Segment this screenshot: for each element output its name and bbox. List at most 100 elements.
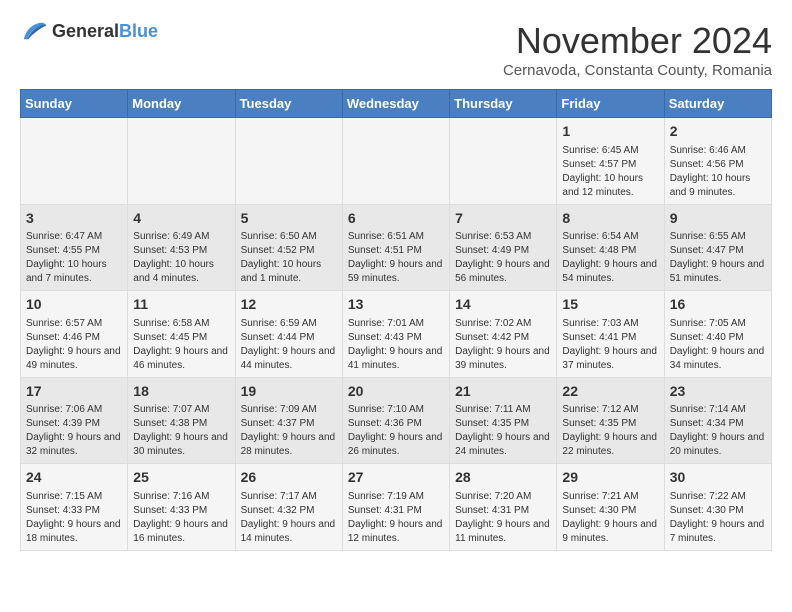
- calendar-cell: 12Sunrise: 6:59 AM Sunset: 4:44 PM Dayli…: [235, 291, 342, 378]
- day-details: Sunrise: 7:21 AM Sunset: 4:30 PM Dayligh…: [562, 490, 658, 546]
- day-details: Sunrise: 7:19 AM Sunset: 4:31 PM Dayligh…: [348, 490, 444, 546]
- calendar-cell: 6Sunrise: 6:51 AM Sunset: 4:51 PM Daylig…: [342, 204, 449, 291]
- day-details: Sunrise: 6:59 AM Sunset: 4:44 PM Dayligh…: [241, 317, 337, 373]
- title-block: November 2024 Cernavoda, Constanta Count…: [503, 20, 772, 79]
- logo-bird-icon: [20, 20, 48, 42]
- calendar-cell: 13Sunrise: 7:01 AM Sunset: 4:43 PM Dayli…: [342, 291, 449, 378]
- day-details: Sunrise: 6:55 AM Sunset: 4:47 PM Dayligh…: [670, 230, 766, 286]
- calendar-cell: 25Sunrise: 7:16 AM Sunset: 4:33 PM Dayli…: [128, 464, 235, 551]
- day-number: 26: [241, 468, 337, 488]
- calendar-cell: [342, 118, 449, 205]
- month-title: November 2024: [503, 20, 772, 62]
- day-number: 10: [26, 295, 122, 315]
- col-header-monday: Monday: [128, 90, 235, 118]
- day-number: 22: [562, 382, 658, 402]
- day-details: Sunrise: 6:50 AM Sunset: 4:52 PM Dayligh…: [241, 230, 337, 286]
- day-number: 16: [670, 295, 766, 315]
- day-details: Sunrise: 7:15 AM Sunset: 4:33 PM Dayligh…: [26, 490, 122, 546]
- day-details: Sunrise: 6:54 AM Sunset: 4:48 PM Dayligh…: [562, 230, 658, 286]
- col-header-friday: Friday: [557, 90, 664, 118]
- calendar-week-row: 3Sunrise: 6:47 AM Sunset: 4:55 PM Daylig…: [21, 204, 772, 291]
- calendar-cell: 21Sunrise: 7:11 AM Sunset: 4:35 PM Dayli…: [450, 377, 557, 464]
- logo: GeneralBlue: [20, 20, 158, 42]
- day-number: 25: [133, 468, 229, 488]
- day-number: 1: [562, 122, 658, 142]
- day-details: Sunrise: 7:17 AM Sunset: 4:32 PM Dayligh…: [241, 490, 337, 546]
- day-details: Sunrise: 7:02 AM Sunset: 4:42 PM Dayligh…: [455, 317, 551, 373]
- col-header-saturday: Saturday: [664, 90, 771, 118]
- calendar-cell: 5Sunrise: 6:50 AM Sunset: 4:52 PM Daylig…: [235, 204, 342, 291]
- day-details: Sunrise: 7:10 AM Sunset: 4:36 PM Dayligh…: [348, 403, 444, 459]
- day-number: 18: [133, 382, 229, 402]
- calendar-cell: 28Sunrise: 7:20 AM Sunset: 4:31 PM Dayli…: [450, 464, 557, 551]
- day-number: 30: [670, 468, 766, 488]
- calendar-week-row: 24Sunrise: 7:15 AM Sunset: 4:33 PM Dayli…: [21, 464, 772, 551]
- day-number: 19: [241, 382, 337, 402]
- calendar-cell: 7Sunrise: 6:53 AM Sunset: 4:49 PM Daylig…: [450, 204, 557, 291]
- calendar-cell: 24Sunrise: 7:15 AM Sunset: 4:33 PM Dayli…: [21, 464, 128, 551]
- day-details: Sunrise: 6:46 AM Sunset: 4:56 PM Dayligh…: [670, 144, 766, 200]
- day-details: Sunrise: 7:12 AM Sunset: 4:35 PM Dayligh…: [562, 403, 658, 459]
- calendar-cell: 26Sunrise: 7:17 AM Sunset: 4:32 PM Dayli…: [235, 464, 342, 551]
- day-details: Sunrise: 7:16 AM Sunset: 4:33 PM Dayligh…: [133, 490, 229, 546]
- day-details: Sunrise: 7:20 AM Sunset: 4:31 PM Dayligh…: [455, 490, 551, 546]
- day-details: Sunrise: 7:03 AM Sunset: 4:41 PM Dayligh…: [562, 317, 658, 373]
- day-details: Sunrise: 7:05 AM Sunset: 4:40 PM Dayligh…: [670, 317, 766, 373]
- calendar-cell: [450, 118, 557, 205]
- calendar-cell: 27Sunrise: 7:19 AM Sunset: 4:31 PM Dayli…: [342, 464, 449, 551]
- calendar-cell: 22Sunrise: 7:12 AM Sunset: 4:35 PM Dayli…: [557, 377, 664, 464]
- calendar-cell: 19Sunrise: 7:09 AM Sunset: 4:37 PM Dayli…: [235, 377, 342, 464]
- day-number: 13: [348, 295, 444, 315]
- day-number: 24: [26, 468, 122, 488]
- day-number: 9: [670, 209, 766, 229]
- calendar-cell: 14Sunrise: 7:02 AM Sunset: 4:42 PM Dayli…: [450, 291, 557, 378]
- day-details: Sunrise: 6:53 AM Sunset: 4:49 PM Dayligh…: [455, 230, 551, 286]
- day-details: Sunrise: 6:51 AM Sunset: 4:51 PM Dayligh…: [348, 230, 444, 286]
- col-header-thursday: Thursday: [450, 90, 557, 118]
- calendar-cell: [21, 118, 128, 205]
- calendar-week-row: 10Sunrise: 6:57 AM Sunset: 4:46 PM Dayli…: [21, 291, 772, 378]
- calendar-cell: 8Sunrise: 6:54 AM Sunset: 4:48 PM Daylig…: [557, 204, 664, 291]
- day-number: 28: [455, 468, 551, 488]
- day-details: Sunrise: 7:07 AM Sunset: 4:38 PM Dayligh…: [133, 403, 229, 459]
- calendar-cell: 20Sunrise: 7:10 AM Sunset: 4:36 PM Dayli…: [342, 377, 449, 464]
- day-number: 4: [133, 209, 229, 229]
- calendar-cell: 23Sunrise: 7:14 AM Sunset: 4:34 PM Dayli…: [664, 377, 771, 464]
- logo-general: General: [52, 21, 119, 41]
- day-number: 20: [348, 382, 444, 402]
- header-row: SundayMondayTuesdayWednesdayThursdayFrid…: [21, 90, 772, 118]
- day-details: Sunrise: 6:47 AM Sunset: 4:55 PM Dayligh…: [26, 230, 122, 286]
- day-number: 14: [455, 295, 551, 315]
- calendar-week-row: 1Sunrise: 6:45 AM Sunset: 4:57 PM Daylig…: [21, 118, 772, 205]
- day-number: 8: [562, 209, 658, 229]
- day-details: Sunrise: 7:06 AM Sunset: 4:39 PM Dayligh…: [26, 403, 122, 459]
- day-number: 7: [455, 209, 551, 229]
- logo-blue: Blue: [119, 21, 158, 41]
- calendar-table: SundayMondayTuesdayWednesdayThursdayFrid…: [20, 89, 772, 551]
- day-number: 12: [241, 295, 337, 315]
- day-number: 2: [670, 122, 766, 142]
- calendar-cell: [235, 118, 342, 205]
- day-number: 15: [562, 295, 658, 315]
- day-details: Sunrise: 6:57 AM Sunset: 4:46 PM Dayligh…: [26, 317, 122, 373]
- col-header-sunday: Sunday: [21, 90, 128, 118]
- day-details: Sunrise: 6:58 AM Sunset: 4:45 PM Dayligh…: [133, 317, 229, 373]
- calendar-cell: 2Sunrise: 6:46 AM Sunset: 4:56 PM Daylig…: [664, 118, 771, 205]
- col-header-tuesday: Tuesday: [235, 90, 342, 118]
- calendar-cell: 15Sunrise: 7:03 AM Sunset: 4:41 PM Dayli…: [557, 291, 664, 378]
- calendar-cell: 16Sunrise: 7:05 AM Sunset: 4:40 PM Dayli…: [664, 291, 771, 378]
- day-number: 29: [562, 468, 658, 488]
- calendar-cell: 10Sunrise: 6:57 AM Sunset: 4:46 PM Dayli…: [21, 291, 128, 378]
- day-details: Sunrise: 6:49 AM Sunset: 4:53 PM Dayligh…: [133, 230, 229, 286]
- calendar-cell: 3Sunrise: 6:47 AM Sunset: 4:55 PM Daylig…: [21, 204, 128, 291]
- calendar-cell: 29Sunrise: 7:21 AM Sunset: 4:30 PM Dayli…: [557, 464, 664, 551]
- calendar-cell: 17Sunrise: 7:06 AM Sunset: 4:39 PM Dayli…: [21, 377, 128, 464]
- calendar-cell: 18Sunrise: 7:07 AM Sunset: 4:38 PM Dayli…: [128, 377, 235, 464]
- calendar-cell: 30Sunrise: 7:22 AM Sunset: 4:30 PM Dayli…: [664, 464, 771, 551]
- day-details: Sunrise: 7:14 AM Sunset: 4:34 PM Dayligh…: [670, 403, 766, 459]
- day-number: 11: [133, 295, 229, 315]
- page-header: GeneralBlue November 2024 Cernavoda, Con…: [20, 20, 772, 79]
- day-number: 21: [455, 382, 551, 402]
- calendar-cell: 1Sunrise: 6:45 AM Sunset: 4:57 PM Daylig…: [557, 118, 664, 205]
- calendar-cell: [128, 118, 235, 205]
